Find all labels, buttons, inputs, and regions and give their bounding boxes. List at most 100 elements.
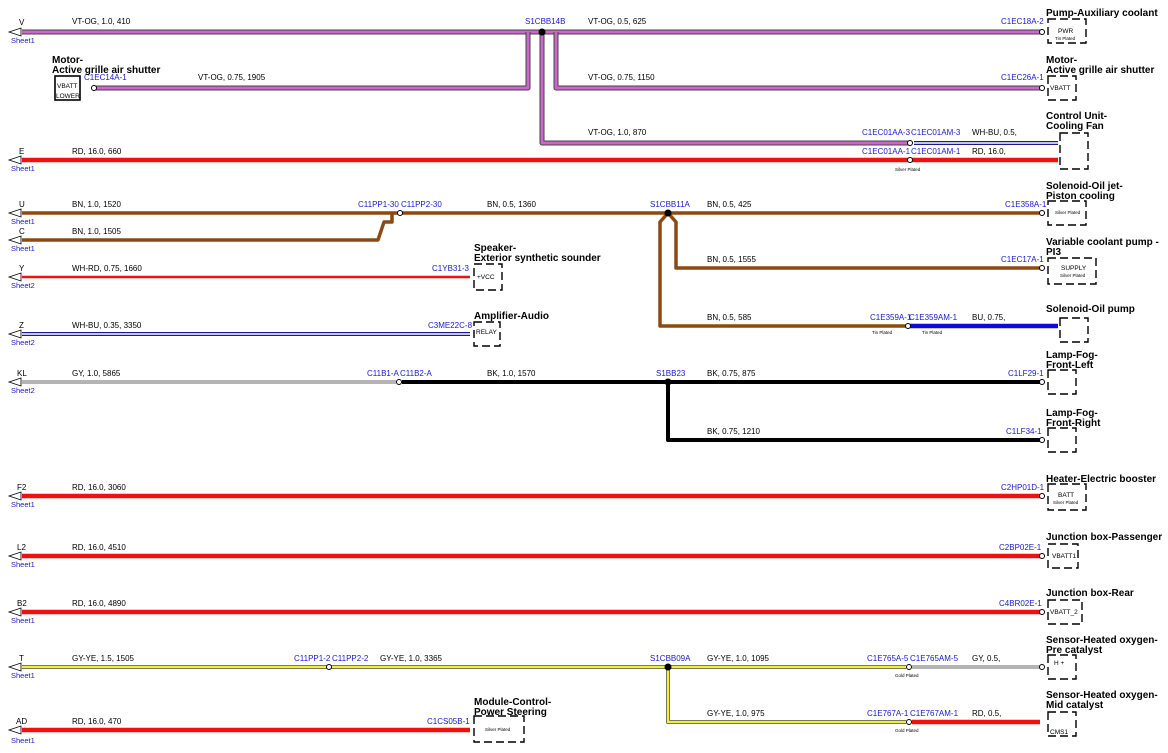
connector-pin-icon[interactable] [91,85,97,91]
connector-pin-icon[interactable] [905,323,911,329]
splice-dot-icon[interactable] [538,28,546,36]
component-pump-auxiliary-coolant[interactable]: PWR Tin Plated Pump-Auxiliary coolant [1046,8,1158,44]
connector-label[interactable]: C3ME22C-8 [428,321,473,330]
connector-pin-icon[interactable] [1039,553,1045,559]
arrow-u-icon[interactable] [7,208,22,218]
connector-label[interactable]: C1YB31-3 [432,264,469,273]
connector-label[interactable]: C1EC26A-1 [1001,73,1044,82]
component-lamp-fog-front-right[interactable]: Lamp-Fog- Front-Right [1046,408,1101,453]
arrow-c-icon[interactable] [7,235,22,245]
splice-label[interactable]: S1BB23 [656,369,686,378]
connector-pin-icon[interactable] [906,664,912,670]
component-sensor-heated-oxygen-pre[interactable]: H + Sensor-Heated oxygen- Pre catalyst [1046,635,1158,680]
connector-label[interactable]: C1LF29-1 [1008,369,1044,378]
component-solenoid-oil-pump[interactable]: Solenoid-Oil pump [1046,304,1135,343]
connector-label[interactable]: C11PP2-30 [401,200,442,209]
connector-label[interactable]: C1EC17A-1 [1001,255,1044,264]
arrow-b2-icon[interactable] [7,607,22,617]
connector-label[interactable]: C1EC01AM-3 [911,128,961,137]
connector-label[interactable]: C1EC01AA-3 [862,128,911,137]
connector-label[interactable]: C1E359A-1 [870,313,912,322]
wire-gy-ye-t[interactable] [22,665,906,724]
connector-pin-icon[interactable] [1039,437,1045,443]
sheet-link[interactable]: Sheet2 [11,338,35,347]
connector-pin-icon[interactable] [1039,609,1045,615]
splice-dot-icon[interactable] [664,209,672,217]
arrow-kl-icon[interactable] [7,377,22,387]
arrow-y-icon[interactable] [7,272,22,282]
connector-pin-icon[interactable] [907,157,913,163]
connector-pin-icon[interactable] [1039,379,1045,385]
splice-dot-icon[interactable] [664,663,672,671]
connector-pin-icon[interactable] [907,140,913,146]
splice-label[interactable]: S1CBB14B [525,17,565,26]
sheet-link[interactable]: Sheet1 [11,164,35,173]
sheet-link[interactable]: Sheet1 [11,500,35,509]
connector-pin-icon[interactable] [326,664,332,670]
connector-label[interactable]: C11PP1-2 [294,654,331,663]
connector-label[interactable]: C11PP1-30 [358,200,399,209]
component-lamp-fog-front-left[interactable]: Lamp-Fog- Front-Left [1046,350,1098,395]
connector-pin-icon[interactable] [1039,210,1045,216]
sheet-link[interactable]: Sheet2 [11,281,35,290]
connector-label[interactable]: C1EC01AM-1 [911,147,961,156]
component-heater-electric-booster[interactable]: BATT Silver Plated Heater-Electric boost… [1046,474,1156,511]
arrow-v-icon[interactable] [7,27,22,37]
wire-bn[interactable] [22,211,1040,328]
splice-dot-icon[interactable] [664,378,672,386]
pin-label: PWR [1058,28,1073,35]
component-junction-box-passenger[interactable]: VBATT1 Junction box-Passenger [1046,532,1162,569]
connector-label[interactable]: C11B1-A [367,369,400,378]
connector-label[interactable]: C4BR02E-1 [999,599,1042,608]
connector-label[interactable]: C11B2-A [400,369,433,378]
arrow-l2-icon[interactable] [7,551,22,561]
connector-pin-icon[interactable] [1039,493,1045,499]
sheet-link[interactable]: Sheet1 [11,616,35,625]
connector-label[interactable]: C1E767A-1 [867,709,909,718]
connector-label[interactable]: C1EC01AA-1 [862,147,911,156]
component-junction-box-rear[interactable]: VBATT_2 Junction box-Rear [1046,588,1134,625]
sheet-link[interactable]: Sheet1 [11,671,35,680]
connector-label[interactable]: C1E359AM-1 [909,313,958,322]
splice-label[interactable]: S1CBB11A [650,200,691,209]
component-motor-active-grille-right[interactable]: VBATT Motor- Active grille air shutter [1046,55,1154,101]
connector-label[interactable]: C11PP2-2 [332,654,369,663]
connector-label[interactable]: C1LF34-1 [1006,427,1042,436]
connector-pin-icon[interactable] [1039,29,1045,35]
component-solenoid-oil-jet[interactable]: Silver Plated Solenoid-Oil jet- Piston c… [1046,181,1123,226]
arrow-ad-icon[interactable] [7,725,22,735]
wire-vt-og[interactable] [22,29,1040,146]
connector-pin-icon[interactable] [1039,265,1045,271]
wire-label: RD, 16.0, [972,147,1006,156]
component-variable-coolant-pump[interactable]: SUPPLY Silver Plated Variable coolant pu… [1046,237,1159,285]
sheet-link[interactable]: Sheet1 [11,244,35,253]
sheet-link[interactable]: Sheet2 [11,386,35,395]
component-sensor-heated-oxygen-mid[interactable]: CMS1 Sensor-Heated oxygen- Mid catalyst [1046,690,1158,737]
arrow-z-icon[interactable] [7,329,22,339]
component-amplifier-audio[interactable]: RELAY Amplifier-Audio [473,311,549,347]
wire-label: VT-OG, 0.75, 1150 [588,73,655,82]
connector-pin-icon[interactable] [1039,85,1045,91]
connector-pin-icon[interactable] [906,719,912,725]
arrow-e-icon[interactable] [7,155,22,165]
connector-label[interactable]: C1E358A-1 [1005,200,1047,209]
connector-label[interactable]: C2HP01D-1 [1001,483,1045,492]
arrow-f2-icon[interactable] [7,491,22,501]
connector-label[interactable]: C1E765AM-5 [910,654,959,663]
component-speaker-exterior[interactable]: +VCC Speaker- Exterior synthetic sounder [473,243,601,291]
connector-label[interactable]: C1E767AM-1 [910,709,959,718]
splice-label[interactable]: S1CBB09A [650,654,691,663]
connector-pin-icon[interactable] [396,379,402,385]
sheet-link[interactable]: Sheet1 [11,736,35,745]
sheet-link[interactable]: Sheet1 [11,560,35,569]
connector-label[interactable]: C1E765A-5 [867,654,909,663]
connector-label[interactable]: C1CS05B-1 [427,717,470,726]
connector-label[interactable]: C1EC18A-2 [1001,17,1044,26]
connector-label[interactable]: C2BP02E-1 [999,543,1042,552]
component-module-control-power-steering[interactable]: Silver Plated Module-Control- Power Stee… [473,697,551,743]
sheet-link[interactable]: Sheet1 [11,217,35,226]
arrow-t-icon[interactable] [7,662,22,672]
connector-pin-icon[interactable] [1039,664,1045,670]
connector-pin-icon[interactable] [397,210,403,216]
sheet-link[interactable]: Sheet1 [11,36,35,45]
